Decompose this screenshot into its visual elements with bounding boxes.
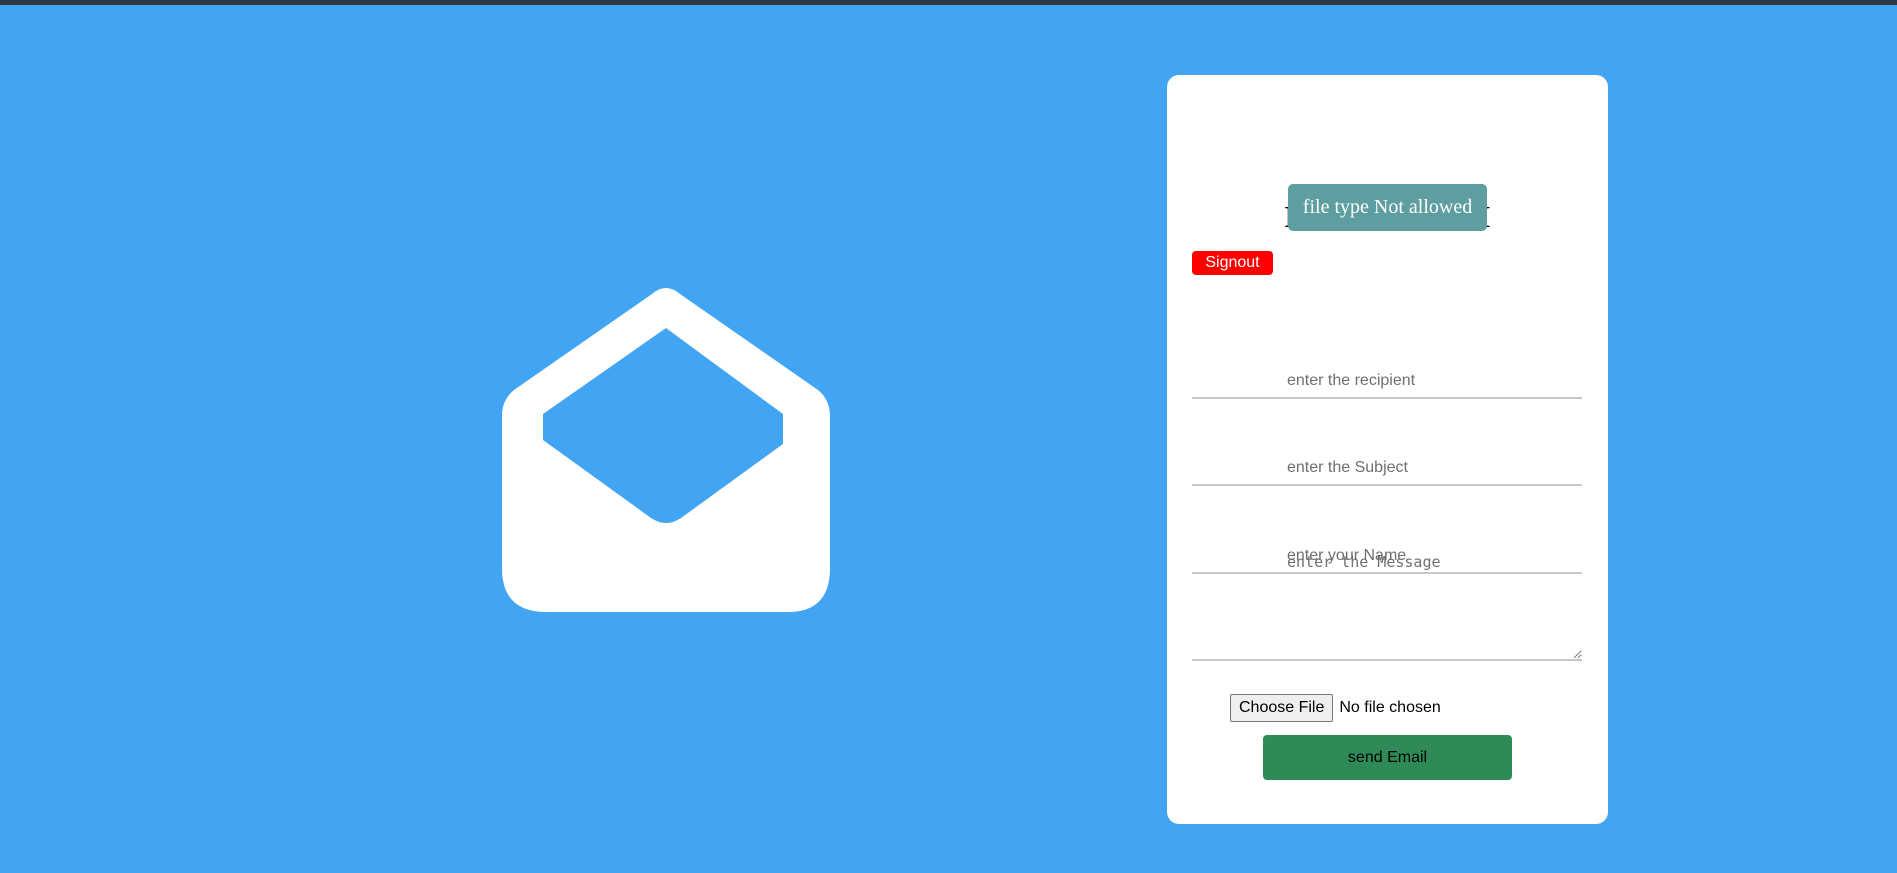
signout-button[interactable]: Signout	[1192, 251, 1273, 275]
file-type-alert: file type Not allowed	[1288, 184, 1487, 231]
file-status-text: No file chosen	[1339, 699, 1441, 716]
subject-input[interactable]	[1192, 452, 1582, 486]
email-form-card: EMAIL FORM file type Not allowed Signout…	[1167, 75, 1608, 824]
choose-file-button[interactable]: Choose File	[1230, 694, 1334, 722]
message-textarea[interactable]	[1192, 535, 1582, 661]
envelope-open-icon	[502, 286, 830, 612]
send-email-button[interactable]: send Email	[1263, 735, 1512, 780]
top-strip	[0, 0, 1897, 5]
recipient-input[interactable]	[1192, 365, 1582, 399]
file-input: Choose File No file chosen	[1230, 694, 1441, 722]
